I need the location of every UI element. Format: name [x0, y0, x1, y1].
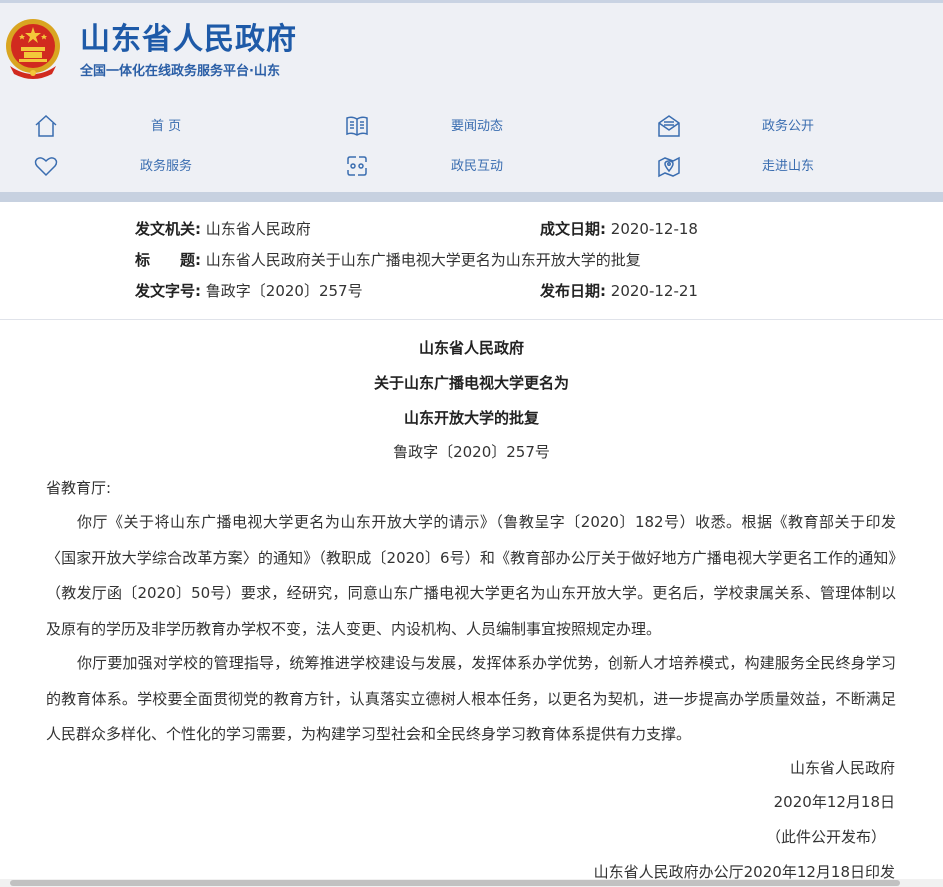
meta-publish-date-value: 2020-12-21 [610, 282, 698, 300]
nav-label-interaction: 政民互动 [451, 159, 504, 174]
doc-signature: 山东省人民政府 [789, 759, 895, 777]
doc-paragraph-1: 你厅《关于将山东广播电视大学更名为山东开放大学的请示》（鲁教呈字〔2020〕18… [46, 513, 896, 638]
meta-doc-number-label: 发文字号: [135, 282, 201, 300]
meta-publish-date: 发布日期: 2020-12-21 [540, 280, 698, 302]
nav-item-services[interactable]: 政务服务 [33, 153, 203, 183]
heart-icon [34, 157, 58, 177]
meta-title-value: 山东省人民政府关于山东广播电视大学更名为山东开放大学的批复 [205, 251, 641, 269]
doc-paragraph-2: 你厅要加强对学校的管理指导，统筹推进学校建设与发展，发挥体系办学优势，创新人才培… [46, 654, 896, 743]
doc-heading-line-2: 关于山东广播电视大学更名为 [373, 374, 569, 392]
meta-issuer: 发文机关: 山东省人民政府 [135, 218, 311, 240]
nav-item-interaction[interactable]: 政民互动 [344, 153, 514, 183]
book-icon [346, 116, 368, 136]
nav-label-about-shandong: 走进山东 [762, 159, 815, 174]
doc-heading-line-1: 山东省人民政府 [418, 339, 524, 357]
home-icon [35, 114, 57, 137]
nav-item-home[interactable]: 首 页 [33, 113, 193, 143]
scrollbar-thumb[interactable] [10, 880, 900, 886]
header-bottom-border [0, 192, 943, 202]
doc-number: 鲁政字〔2020〕257号 [393, 443, 550, 461]
doc-salutation: 省教育厅: [46, 479, 112, 497]
doc-heading-line-3: 山东开放大学的批复 [403, 409, 539, 427]
nav-label-news: 要闻动态 [451, 119, 504, 134]
document-body: 山东省人民政府 关于山东广播电视大学更名为 山东开放大学的批复 鲁政字〔2020… [0, 321, 943, 887]
doc-publish-note: （此件公开发布） [765, 828, 886, 846]
map-pin-icon [658, 156, 680, 178]
meta-written-date-value: 2020-12-18 [610, 220, 698, 238]
site-header: 山东省人民政府 全国一体化在线政务服务平台·山东 首 页 要闻动态 政务公开 政… [0, 0, 943, 194]
document-meta: 发文机关: 山东省人民政府 成文日期: 2020-12-18 标 题: 山东省人… [0, 202, 943, 320]
nav-item-open-government[interactable]: 政务公开 [656, 113, 826, 143]
national-emblem-icon [6, 19, 60, 79]
nav-item-about-shandong[interactable]: 走进山东 [656, 153, 826, 183]
nav-item-news[interactable]: 要闻动态 [344, 113, 514, 143]
nav-label-open-government: 政务公开 [762, 119, 815, 134]
nav-label-home: 首 页 [151, 119, 182, 134]
meta-issuer-label: 发文机关: [135, 220, 201, 238]
meta-written-date: 成文日期: 2020-12-18 [540, 218, 698, 240]
meta-issuer-value: 山东省人民政府 [205, 220, 311, 238]
nav-label-services: 政务服务 [140, 159, 193, 174]
header-top-border [0, 0, 943, 3]
site-subtitle: 全国一体化在线政务服务平台·山东 [80, 64, 280, 79]
meta-written-date-label: 成文日期: [540, 220, 606, 238]
mail-icon [658, 115, 680, 137]
meta-publish-date-label: 发布日期: [540, 282, 606, 300]
doc-sign-date: 2020年12月18日 [773, 793, 895, 811]
meta-title: 标 题: 山东省人民政府关于山东广播电视大学更名为山东开放大学的批复 [135, 249, 641, 271]
meta-title-label: 标 题: [135, 251, 201, 269]
interact-icon [347, 156, 367, 176]
horizontal-scrollbar[interactable] [0, 879, 943, 887]
meta-doc-number: 发文字号: 鲁政字〔2020〕257号 [135, 280, 363, 302]
meta-doc-number-value: 鲁政字〔2020〕257号 [205, 282, 363, 300]
site-title[interactable]: 山东省人民政府 [80, 20, 297, 60]
